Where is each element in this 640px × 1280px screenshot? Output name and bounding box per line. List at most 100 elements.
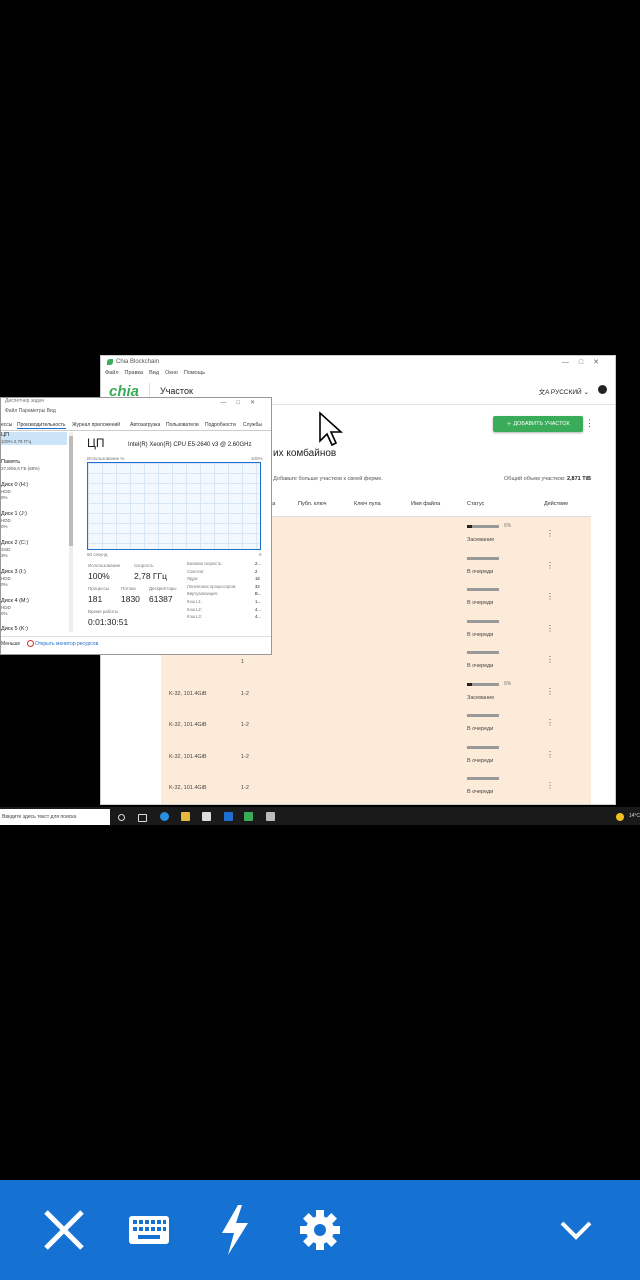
- settings-icon: [300, 1210, 340, 1250]
- menu-view[interactable]: Вид: [149, 370, 159, 376]
- sidebar-item[interactable]: Диск 3 (I:) HDD 0%: [1, 569, 67, 589]
- language-label: РУССКИЙ: [550, 389, 582, 396]
- sidebar-item[interactable]: Память 37,8/55,8 ГБ (68%): [1, 459, 67, 472]
- cpu-detail-value: 32: [255, 583, 260, 589]
- row-actions-icon[interactable]: ⋮: [546, 750, 554, 759]
- menu-file[interactable]: Файл: [105, 370, 119, 376]
- sidebar-item-name: Диск 5 (K:): [1, 626, 28, 632]
- sidebar-scrollbar[interactable]: [69, 432, 73, 632]
- settings-button[interactable]: [292, 1202, 348, 1258]
- sidebar-item-name: Диск 2 (C:): [1, 540, 29, 546]
- cpu-detail-value: 2: [255, 568, 258, 574]
- progress-bar: [467, 588, 499, 591]
- translate-icon: 文A: [538, 389, 551, 396]
- col-header[interactable]: Публ. ключ: [298, 501, 326, 507]
- chia-window-title: Chia Blockchain: [116, 359, 160, 365]
- progress-percent: 6%: [504, 680, 512, 687]
- language-selector[interactable]: 文A РУССКИЙ ⌄: [539, 386, 589, 396]
- cortana-icon[interactable]: [118, 814, 125, 821]
- cpu-detail-row: Кэш L2: 4...: [187, 607, 261, 612]
- sidebar-item[interactable]: Диск 0 (H:) HDD 0%: [1, 482, 67, 502]
- table-row[interactable]: K-32, 101.4GiB 1-2 В очереди ⋮: [161, 706, 591, 737]
- open-resource-monitor-link[interactable]: Открыть монитор ресурсов: [35, 641, 98, 647]
- progress-bar: [467, 525, 499, 528]
- row-actions-icon[interactable]: ⋮: [546, 624, 554, 633]
- chia-titlebar[interactable]: Chia Blockchain: [101, 356, 615, 368]
- taskmgr-menu[interactable]: Файл Параметры Вид: [1, 408, 271, 418]
- processes-label: Процессы: [88, 586, 110, 591]
- edge-icon[interactable]: [160, 812, 169, 821]
- table-row[interactable]: K-32, 101.4GiB 1-2 В очереди ⋮: [161, 769, 591, 800]
- cpu-detail-value: 1...: [255, 599, 261, 604]
- total-plot-size: Общий объем участков: 2,871 TiB: [504, 476, 591, 482]
- tab-performance[interactable]: Производительность: [17, 422, 66, 429]
- tab-services[interactable]: Службы: [243, 422, 262, 428]
- row-actions-icon[interactable]: ⋮: [546, 561, 554, 570]
- graph-label: Использование %: [87, 456, 125, 461]
- sidebar-item[interactable]: ЦП 100% 2,78 ГГц: [1, 432, 67, 445]
- menu-edit[interactable]: Правка: [125, 370, 144, 376]
- sidebar-item-name: Память: [1, 459, 21, 465]
- weather-text[interactable]: 14°C: [629, 813, 640, 819]
- file-explorer-icon[interactable]: [181, 812, 190, 821]
- sidebar-item[interactable]: Диск 1 (J:) HDD 0%: [1, 511, 67, 531]
- sidebar-item-detail: 100% 2,78 ГГц: [1, 438, 32, 444]
- plot-status: В очереди: [467, 631, 494, 638]
- mail-icon[interactable]: [224, 812, 233, 821]
- menu-help[interactable]: Помощь: [184, 370, 205, 376]
- keyboard-button[interactable]: [121, 1202, 177, 1258]
- row-actions-icon[interactable]: ⋮: [546, 687, 554, 696]
- lightning-button[interactable]: [207, 1202, 263, 1258]
- progress-bar: [467, 619, 499, 623]
- remote-desktop-view[interactable]: Chia Blockchain —□✕ Файл Правка Вид Окно…: [0, 355, 640, 825]
- chia-taskbar-icon[interactable]: [244, 812, 253, 821]
- task-view-icon[interactable]: [138, 814, 147, 822]
- resource-monitor-icon: [27, 640, 34, 647]
- theme-toggle-icon[interactable]: [598, 385, 607, 394]
- progress-bar: [467, 682, 499, 686]
- chia-window-controls[interactable]: —□✕: [562, 358, 609, 366]
- task-manager-window[interactable]: Диспетчер задач —□✕ Файл Параметры Вид е…: [0, 397, 272, 655]
- tab-app-history[interactable]: Журнал приложений: [72, 422, 120, 428]
- handles-value: 61387: [149, 594, 173, 604]
- sidebar-item-detail: 0%: [1, 611, 8, 616]
- tab-processes[interactable]: ессы: [1, 422, 12, 428]
- table-row[interactable]: K-32, 101.4GiB 1-2 6% Засевание ⋮: [161, 675, 591, 706]
- threads-label: Потоки: [121, 586, 136, 591]
- row-actions-icon[interactable]: ⋮: [546, 592, 554, 601]
- col-header[interactable]: Ключ пула: [354, 501, 381, 507]
- col-header[interactable]: Статус: [467, 501, 484, 507]
- store-icon[interactable]: [202, 812, 211, 821]
- task-manager-taskbar-icon[interactable]: [266, 812, 275, 821]
- col-header[interactable]: Имя файла: [411, 501, 440, 507]
- tab-users[interactable]: Пользователи: [166, 422, 199, 428]
- row-actions-icon[interactable]: ⋮: [546, 529, 554, 538]
- cpu-detail-row: Виртуализация: В...: [187, 591, 261, 596]
- taskmgr-window-controls[interactable]: —□✕: [220, 399, 265, 406]
- total-value: 2,871 TiB: [566, 476, 591, 482]
- menu-window[interactable]: Окно: [165, 370, 178, 376]
- close-button[interactable]: [36, 1202, 92, 1258]
- taskmgr-footer: Меньше Открыть монитор ресурсов: [1, 636, 271, 654]
- row-actions-icon[interactable]: ⋮: [546, 781, 554, 790]
- add-plot-button[interactable]: ＋ ДОБАВИТЬ УЧАСТОК: [493, 416, 583, 432]
- collapse-toolbar-button[interactable]: [548, 1202, 604, 1258]
- tab-details[interactable]: Подробности: [205, 422, 236, 428]
- col-header[interactable]: Действие: [544, 501, 568, 507]
- fewer-details-link[interactable]: Меньше: [1, 641, 20, 647]
- weather-icon[interactable]: [616, 813, 624, 821]
- plot-status: В очереди: [467, 600, 494, 606]
- progress-fill: [467, 682, 472, 686]
- sidebar-item[interactable]: Диск 4 (M:) HDD 0%: [1, 598, 67, 618]
- usage-label: Использование: [88, 563, 121, 568]
- table-row[interactable]: K-32, 101.4GiB 1-2 В очереди ⋮: [161, 738, 591, 769]
- sidebar-item[interactable]: Диск 2 (C:) SSD 3%: [1, 540, 67, 560]
- sidebar-item[interactable]: Диск 5 (K:): [1, 626, 67, 633]
- tab-startup[interactable]: Автозагрузка: [130, 422, 160, 428]
- scrollbar-thumb[interactable]: [69, 436, 73, 546]
- row-actions-icon[interactable]: ⋮: [546, 655, 554, 664]
- taskbar-search-input[interactable]: Введите здесь текст для поиска: [0, 809, 110, 825]
- cpu-detail-value: В...: [255, 591, 262, 597]
- more-options-icon[interactable]: ⋮: [585, 418, 594, 429]
- row-actions-icon[interactable]: ⋮: [546, 718, 554, 727]
